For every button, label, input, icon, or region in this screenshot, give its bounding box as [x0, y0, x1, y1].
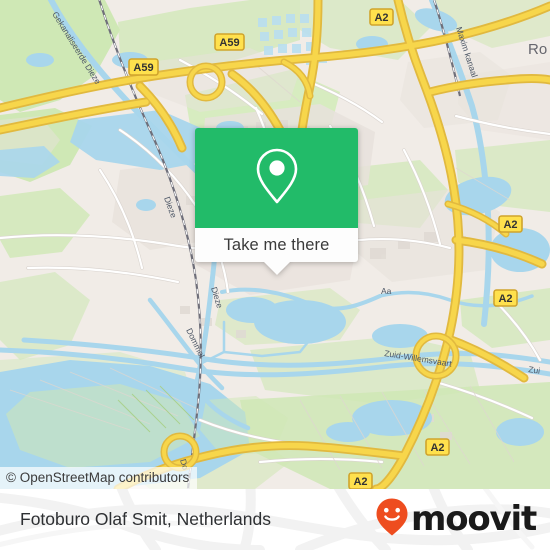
moovit-logo[interactable]: moovit: [375, 497, 537, 542]
svg-text:A59: A59: [219, 37, 239, 49]
take-me-there-callout[interactable]: Take me there: [195, 128, 358, 275]
svg-text:A2: A2: [503, 219, 517, 231]
svg-text:A2: A2: [374, 12, 388, 24]
callout-label: Take me there: [223, 235, 330, 254]
footer-bar: Fotoburo Olaf Smit, Netherlands moovit: [0, 489, 550, 550]
svg-text:Zui: Zui: [528, 364, 541, 376]
svg-text:A2: A2: [430, 442, 444, 454]
map-place-label-ro: Ro: [528, 41, 547, 58]
map-pin-icon: [254, 147, 300, 210]
moovit-map-screenshot: .lbl { font-family: "Liberation Sans", s…: [0, 0, 550, 550]
svg-text:A2: A2: [498, 293, 512, 305]
callout-icon-panel: [195, 128, 358, 228]
svg-text:A2: A2: [353, 476, 367, 488]
moovit-wordmark: moovit: [410, 498, 537, 539]
moovit-pin-smile-icon: [375, 497, 409, 542]
place-name: Fotoburo Olaf Smit, Netherlands: [20, 509, 271, 529]
callout-action-panel[interactable]: Take me there: [195, 228, 358, 275]
svg-text:A59: A59: [133, 62, 153, 74]
callout-tail: [263, 262, 290, 275]
osm-attribution[interactable]: © OpenStreetMap contributors: [0, 467, 198, 489]
svg-text:Aa: Aa: [381, 286, 392, 296]
